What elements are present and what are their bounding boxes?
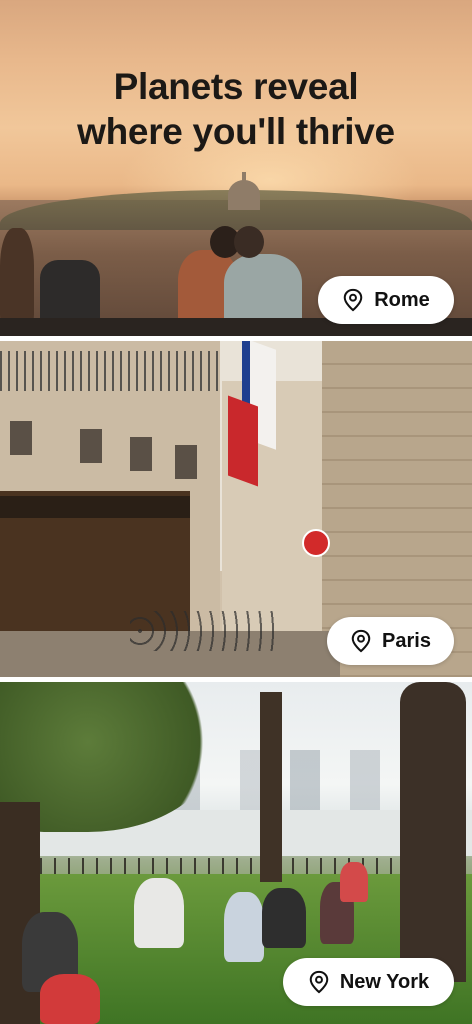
tree-trunk-right (400, 682, 466, 982)
new-york-photo-panel: New York (0, 682, 472, 1024)
paris-photo-panel: Paris (0, 341, 472, 677)
headline: Planets reveal where you'll thrive (0, 64, 472, 154)
location-chip-rome[interactable]: Rome (318, 276, 454, 324)
picnic-person (340, 862, 368, 902)
location-pin-icon (343, 288, 363, 312)
no-entry-sign (302, 529, 330, 557)
window (80, 429, 102, 463)
window (175, 445, 197, 479)
person-left (0, 228, 34, 324)
french-flag-red (228, 395, 258, 487)
bicycles (130, 611, 280, 651)
couple-person-two (224, 254, 302, 326)
tree-trunk-middle (260, 692, 282, 882)
picnic-person (134, 878, 184, 948)
rome-photo-panel: Planets reveal where you'll thrive Rome (0, 0, 472, 336)
location-chip-label: Rome (374, 288, 430, 311)
headline-line-1: Planets reveal (113, 66, 359, 107)
location-chip-new-york[interactable]: New York (283, 958, 454, 1006)
window (10, 421, 32, 455)
dome-lantern (242, 172, 246, 182)
iron-balcony (0, 351, 220, 391)
location-chip-paris[interactable]: Paris (327, 617, 454, 665)
window (130, 437, 152, 471)
couple-person-two-head (234, 226, 264, 258)
location-chip-label: New York (339, 970, 430, 993)
headline-line-2: where you'll thrive (77, 111, 395, 152)
location-pin-icon (309, 970, 329, 994)
picnic-person (40, 974, 100, 1024)
picnic-person (262, 888, 306, 948)
location-pin-icon (351, 629, 371, 653)
picnic-person (224, 892, 264, 962)
location-chip-label: Paris (382, 629, 431, 652)
backpack (40, 260, 100, 326)
cafe-sign (0, 496, 190, 518)
st-peters-dome (228, 180, 260, 210)
